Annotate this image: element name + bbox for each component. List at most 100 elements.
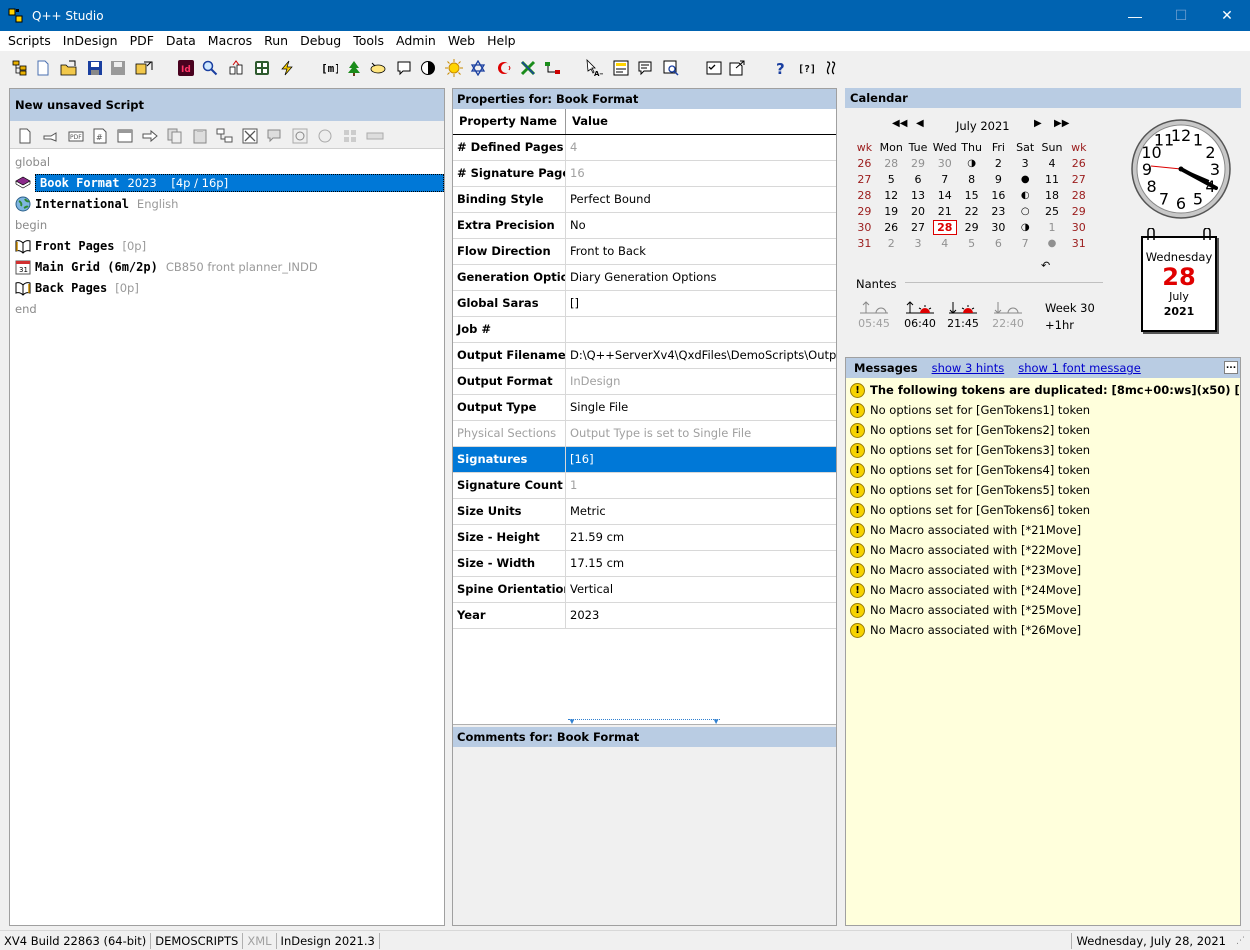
message-item[interactable]: ! No Macro associated with [*22Move] — [846, 540, 1240, 560]
property-row[interactable]: Signature Count 1 — [453, 473, 836, 499]
build-icon[interactable] — [227, 59, 245, 77]
tree-item-back-pages[interactable]: Back Pages [0p] — [10, 277, 444, 298]
property-value[interactable]: 1 — [566, 473, 836, 498]
move-icon[interactable] — [216, 127, 234, 145]
property-value[interactable]: Metric — [566, 499, 836, 524]
calendar-day[interactable]: 2 — [985, 156, 1012, 172]
property-value[interactable]: D:\Q++ServerXv4\QxdFiles\DemoScripts\Out… — [566, 343, 836, 368]
split-icon[interactable] — [366, 127, 384, 145]
show-hints-link[interactable]: show 3 hints — [932, 358, 1005, 378]
indesign-icon[interactable]: Id — [177, 59, 195, 77]
hand-pointer-icon[interactable] — [42, 127, 60, 145]
calendar-day[interactable]: 30 — [985, 220, 1012, 236]
moon-phase-icon[interactable]: ◑ — [1012, 220, 1039, 236]
calendar-day[interactable]: 4 — [1039, 156, 1066, 172]
property-value[interactable]: 21.59 cm — [566, 525, 836, 550]
property-row[interactable]: Output Format InDesign — [453, 369, 836, 395]
message-item[interactable]: ! No Macro associated with [*26Move] — [846, 620, 1240, 640]
calendar-day[interactable]: 7 — [1012, 236, 1039, 252]
property-value[interactable]: InDesign — [566, 369, 836, 394]
col-property-name[interactable]: Property Name — [453, 109, 566, 134]
paste-icon[interactable] — [191, 127, 209, 145]
maximize-button[interactable]: ☐ — [1158, 0, 1204, 31]
property-value[interactable]: 2023 — [566, 603, 836, 628]
menu-scripts[interactable]: Scripts — [0, 31, 57, 51]
crescent-icon[interactable] — [496, 59, 514, 77]
property-value[interactable]: Vertical — [566, 577, 836, 602]
new-page-icon[interactable] — [16, 127, 34, 145]
calendar-day[interactable]: 26 — [878, 220, 905, 236]
next-month-button[interactable]: ▶ — [1034, 118, 1042, 129]
calendar-day[interactable]: 8 — [958, 172, 985, 188]
menu-admin[interactable]: Admin — [390, 31, 442, 51]
refresh-icon[interactable] — [291, 127, 309, 145]
save-icon[interactable] — [86, 59, 104, 77]
moon-phase-icon[interactable]: ● — [1039, 236, 1066, 252]
message-item[interactable]: ! No options set for [GenTokens2] token — [846, 420, 1240, 440]
next-year-button[interactable]: ▶▶ — [1054, 118, 1069, 129]
save-as-icon[interactable] — [109, 59, 127, 77]
menu-macros[interactable]: Macros — [202, 31, 258, 51]
property-row[interactable]: Signatures [16] — [453, 447, 836, 473]
moon-phase-icon[interactable]: ◐ — [1012, 188, 1039, 204]
calendar-day[interactable]: 22 — [958, 204, 985, 220]
window-icon[interactable] — [116, 127, 134, 145]
property-row[interactable]: Job # — [453, 317, 836, 343]
prev-year-button[interactable]: ◀◀ — [892, 118, 907, 129]
grid-small-icon[interactable] — [341, 127, 359, 145]
new-document-icon[interactable] — [34, 59, 52, 77]
message-item[interactable]: ! No options set for [GenTokens1] token — [846, 400, 1240, 420]
property-row[interactable]: Physical Sections Output Type is set to S… — [453, 421, 836, 447]
splitter-handle[interactable]: ▼ ▼ — [568, 718, 720, 724]
resize-grip-icon[interactable]: ⋰ — [1236, 936, 1248, 948]
property-row[interactable]: Size - Width 17.15 cm — [453, 551, 836, 577]
property-row[interactable]: Spine Orientation Vertical — [453, 577, 836, 603]
property-row[interactable]: Size Units Metric — [453, 499, 836, 525]
calendar-day[interactable]: 16 — [985, 188, 1012, 204]
more-options-button[interactable]: ... — [1224, 361, 1238, 374]
property-value[interactable]: Output Type is set to Single File — [566, 421, 836, 446]
col-value[interactable]: Value — [566, 109, 608, 134]
tree-item-main-grid[interactable]: 31 Main Grid (6m/2p) CB850 front planner_… — [10, 256, 444, 277]
property-value[interactable]: [16] — [566, 447, 836, 472]
hash-page-icon[interactable]: # — [91, 127, 109, 145]
comment-icon[interactable] — [395, 59, 413, 77]
context-help-icon[interactable]: [?] — [797, 59, 815, 77]
message-item[interactable]: ! No options set for [GenTokens5] token — [846, 480, 1240, 500]
calendar-day[interactable]: 1 — [1039, 220, 1066, 236]
property-value[interactable]: Perfect Bound — [566, 187, 836, 212]
property-value[interactable]: 4 — [566, 135, 836, 160]
property-row[interactable]: Flow Direction Front to Back — [453, 239, 836, 265]
tree-icon[interactable] — [11, 59, 29, 77]
property-row[interactable]: Size - Height 21.59 cm — [453, 525, 836, 551]
open-folder-icon[interactable] — [60, 59, 78, 77]
calendar-day[interactable]: 25 — [1039, 204, 1066, 220]
calendar-day[interactable]: 19 — [878, 204, 905, 220]
calendar-day[interactable]: 15 — [958, 188, 985, 204]
property-row[interactable]: Output Filename D:\Q++ServerXv4\QxdFiles\… — [453, 343, 836, 369]
calendar-day[interactable]: 3 — [905, 236, 932, 252]
message-item[interactable]: ! No Macro associated with [*25Move] — [846, 600, 1240, 620]
network-icon[interactable] — [544, 59, 562, 77]
property-row[interactable]: Binding Style Perfect Bound — [453, 187, 836, 213]
half-circle-icon[interactable] — [419, 59, 437, 77]
checklist-icon[interactable] — [705, 59, 723, 77]
search-icon[interactable] — [201, 59, 219, 77]
calendar-day[interactable]: 9 — [985, 172, 1012, 188]
speech-edit-icon[interactable] — [636, 59, 654, 77]
cross-tools-icon[interactable] — [519, 59, 537, 77]
image-search-icon[interactable] — [662, 59, 680, 77]
prev-month-button[interactable]: ◀ — [916, 118, 924, 129]
calendar-day[interactable]: 18 — [1039, 188, 1066, 204]
calendar-day[interactable]: 5 — [878, 172, 905, 188]
reset-today-icon[interactable]: ↶ — [1041, 259, 1050, 272]
calendar-day[interactable]: 21 — [931, 204, 958, 220]
calendar-day[interactable]: 2 — [878, 236, 905, 252]
message-item[interactable]: ! No options set for [GenTokens3] token — [846, 440, 1240, 460]
property-value[interactable]: Front to Back — [566, 239, 836, 264]
calendar-day[interactable]: 11 — [1039, 172, 1066, 188]
minimize-button[interactable]: — — [1112, 0, 1158, 31]
calendar-day[interactable]: 13 — [905, 188, 932, 204]
calendar-day[interactable]: 29 — [958, 220, 985, 236]
property-value[interactable] — [566, 317, 836, 342]
